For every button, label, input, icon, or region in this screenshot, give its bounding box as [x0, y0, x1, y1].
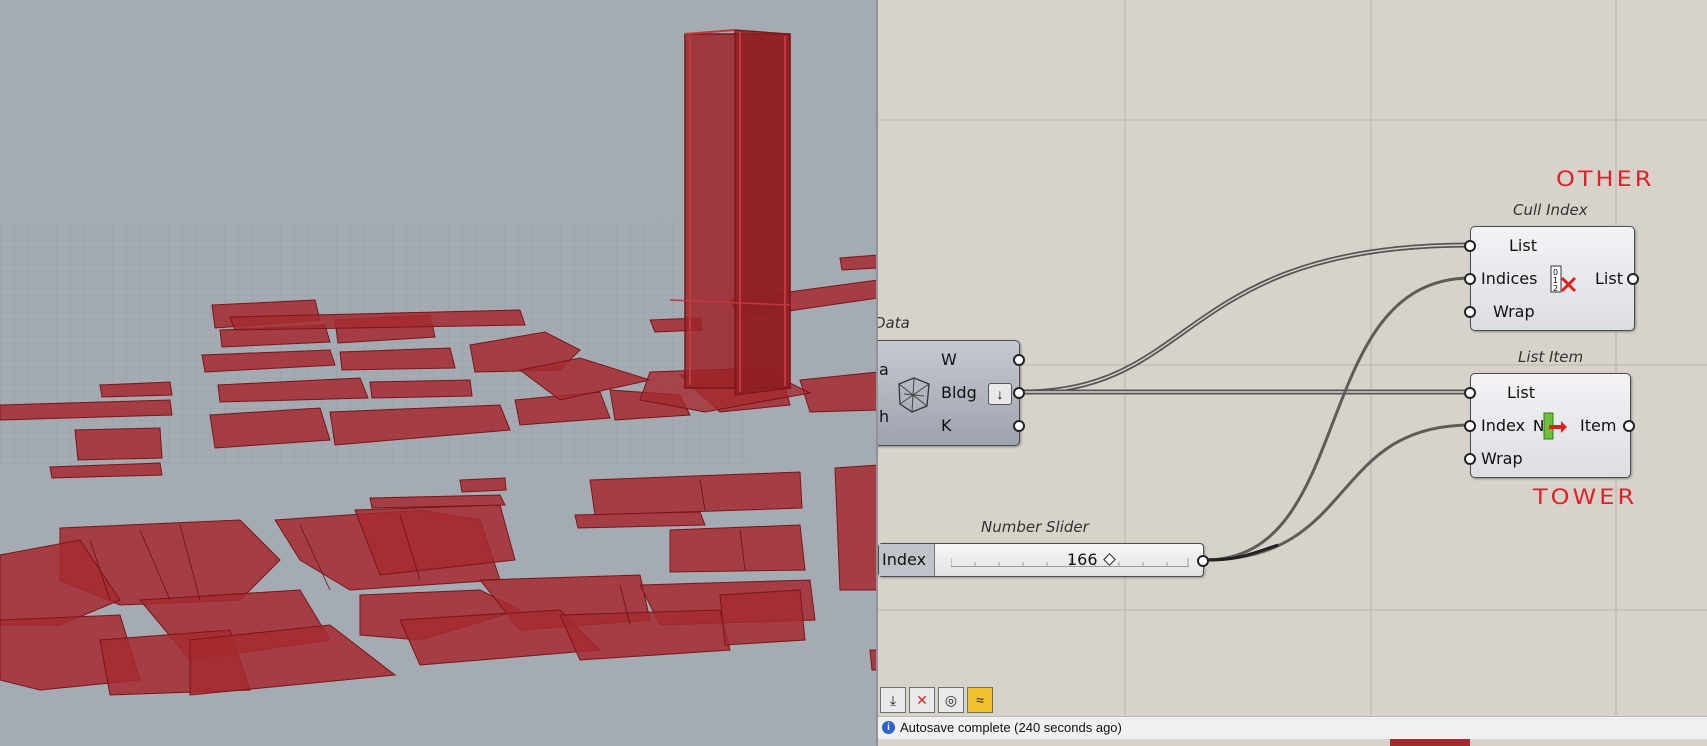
down-arrow-icon[interactable]: ↓: [988, 383, 1012, 405]
cull-icon[interactable]: ✕: [909, 687, 935, 713]
input-grip-index[interactable]: [1464, 420, 1476, 432]
annotation-other: OTHER: [1556, 166, 1655, 192]
data-input-h[interactable]: h: [879, 408, 889, 426]
svg-text:2: 2: [1553, 284, 1558, 293]
item-input-wrap[interactable]: Wrap: [1481, 450, 1523, 468]
cull-input-list[interactable]: List: [1509, 237, 1537, 255]
svg-text:N: N: [1533, 417, 1544, 435]
cull-index-title: Cull Index: [1513, 201, 1588, 219]
cull-output-list[interactable]: List: [1595, 270, 1623, 288]
info-icon: i: [882, 721, 895, 734]
data-output-k[interactable]: K: [941, 417, 952, 435]
status-text: Autosave complete (240 seconds ago): [900, 720, 1122, 735]
input-grip-list[interactable]: [1464, 240, 1476, 252]
slider-label: Index: [879, 544, 935, 576]
data-component[interactable]: a h W Bldg K ↓: [878, 340, 1025, 446]
rhino-icon[interactable]: ≈: [967, 687, 993, 713]
cull-input-wrap[interactable]: Wrap: [1493, 303, 1535, 321]
input-grip-wrap[interactable]: [1464, 306, 1476, 318]
output-grip-bldg[interactable]: [1013, 387, 1025, 399]
building-data-icon: [894, 374, 934, 414]
rhino-viewport[interactable]: [0, 0, 878, 746]
viewport-scene: [0, 29, 878, 696]
number-slider[interactable]: Index 166: [878, 543, 1209, 577]
bake-icon[interactable]: ⤓: [880, 687, 906, 713]
cull-icon: 0 1 2: [1549, 264, 1579, 294]
canvas-toolbar: ⤓ ✕ ◎ ≈: [880, 687, 993, 713]
input-grip-wrap[interactable]: [1464, 453, 1476, 465]
status-bar: i Autosave complete (240 seconds ago): [878, 716, 1707, 739]
slider-output-grip[interactable]: [1197, 555, 1209, 567]
data-output-w[interactable]: W: [941, 351, 957, 369]
cull-input-indices[interactable]: Indices: [1481, 270, 1537, 288]
output-grip-list[interactable]: [1627, 273, 1639, 285]
output-grip-k[interactable]: [1013, 420, 1025, 432]
slider-value: 166: [1067, 550, 1098, 569]
cull-index-component[interactable]: List Indices Wrap 0 1 2 List: [1464, 226, 1639, 331]
data-component-title: Data: [878, 314, 910, 332]
input-grip-indices[interactable]: [1464, 273, 1476, 285]
item-output-item[interactable]: Item: [1580, 417, 1616, 435]
output-grip-item[interactable]: [1623, 420, 1635, 432]
list-item-title: List Item: [1518, 348, 1584, 366]
item-input-list[interactable]: List: [1507, 384, 1535, 402]
tower-3d: [669, 29, 791, 396]
output-grip-w[interactable]: [1013, 354, 1025, 366]
number-slider-title: Number Slider: [981, 518, 1089, 536]
viewport-peek: [1390, 739, 1470, 746]
preview-icon[interactable]: ◎: [938, 687, 964, 713]
data-output-bldg[interactable]: Bldg: [941, 384, 977, 402]
list-item-component[interactable]: List Index Wrap N Item: [1464, 373, 1635, 478]
wires: [1022, 242, 1472, 562]
input-grip-list[interactable]: [1464, 387, 1476, 399]
item-input-index[interactable]: Index: [1481, 417, 1525, 435]
list-item-icon: N: [1533, 411, 1567, 441]
data-input-a[interactable]: a: [879, 361, 889, 379]
grasshopper-canvas[interactable]: Data a h W Bldg K ↓ OTHER Cull Index Lis…: [878, 0, 1707, 746]
annotation-tower: TOWER: [1533, 484, 1638, 510]
